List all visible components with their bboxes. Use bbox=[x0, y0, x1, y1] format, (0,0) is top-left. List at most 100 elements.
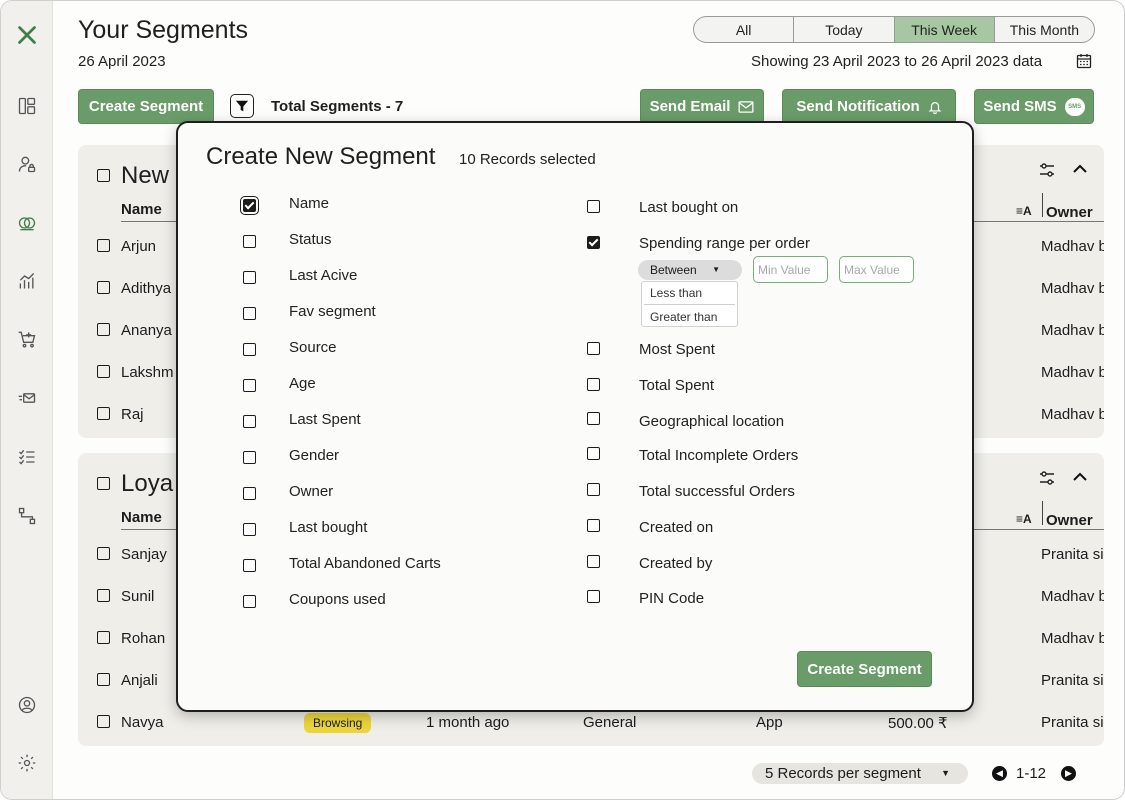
collapse-chevron-icon[interactable] bbox=[1072, 469, 1088, 485]
column-divider bbox=[1042, 501, 1043, 525]
adjust-filters-icon[interactable] bbox=[1038, 161, 1056, 179]
send-notification-button[interactable]: Send Notification bbox=[782, 89, 956, 124]
max-value-input[interactable] bbox=[839, 256, 914, 283]
field-checkbox-name[interactable] bbox=[240, 196, 259, 215]
segment-title: Loya bbox=[121, 470, 174, 497]
field-checkbox-pin-code[interactable] bbox=[587, 590, 600, 603]
row-checkbox[interactable] bbox=[97, 547, 110, 560]
filter-icon[interactable] bbox=[230, 94, 254, 118]
field-checkbox-status[interactable] bbox=[243, 235, 256, 248]
field-label: Created by bbox=[639, 555, 713, 572]
column-owner-header[interactable]: Owner bbox=[1046, 204, 1093, 221]
field-label: Gender bbox=[289, 447, 340, 464]
column-name-header[interactable]: Name bbox=[121, 201, 162, 218]
field-checkbox-successful-orders[interactable] bbox=[587, 483, 600, 496]
sort-az-icon[interactable]: ≡A bbox=[1016, 204, 1032, 218]
row-owner: Madhav b bbox=[1041, 364, 1104, 381]
row-checkbox[interactable] bbox=[97, 239, 110, 252]
field-checkbox-last-spent[interactable] bbox=[243, 415, 256, 428]
row-name: Adithya bbox=[121, 280, 172, 297]
prev-page-icon[interactable]: ◀ bbox=[992, 766, 1007, 781]
tab-today[interactable]: Today bbox=[794, 17, 895, 42]
calendar-icon[interactable] bbox=[1076, 53, 1092, 69]
row-name: Lakshm bbox=[121, 364, 174, 381]
field-checkbox-created-by[interactable] bbox=[587, 555, 600, 568]
tab-this-month[interactable]: This Month bbox=[995, 17, 1094, 42]
next-page-icon[interactable]: ▶ bbox=[1061, 766, 1076, 781]
field-label: Owner bbox=[289, 483, 334, 500]
column-name-header[interactable]: Name bbox=[121, 509, 162, 526]
segment-select-checkbox[interactable] bbox=[97, 169, 110, 182]
field-label: Last Acive bbox=[289, 267, 358, 284]
sidebar bbox=[1, 1, 53, 799]
tab-all[interactable]: All bbox=[694, 17, 795, 42]
caret-down-icon: ▼ bbox=[941, 768, 950, 778]
row-owner: Madhav b bbox=[1041, 588, 1104, 605]
row-owner: Pranita si bbox=[1041, 672, 1104, 689]
field-checkbox-last-active[interactable] bbox=[243, 271, 256, 284]
row-checkbox[interactable] bbox=[97, 715, 110, 728]
row-checkbox[interactable] bbox=[97, 407, 110, 420]
profile-icon[interactable] bbox=[15, 693, 39, 717]
field-checkbox-total-spent[interactable] bbox=[587, 378, 600, 391]
field-checkbox-fav-segment[interactable] bbox=[243, 307, 256, 320]
dropdown-divider bbox=[644, 304, 735, 305]
field-checkbox-source[interactable] bbox=[243, 343, 256, 356]
send-email-button[interactable]: Send Email bbox=[640, 89, 764, 124]
logo-icon[interactable] bbox=[15, 23, 39, 47]
field-label: Spending range per order bbox=[639, 235, 810, 252]
row-checkbox[interactable] bbox=[97, 673, 110, 686]
field-checkbox-spending-range[interactable] bbox=[587, 236, 600, 249]
row-checkbox[interactable] bbox=[97, 631, 110, 644]
records-per-segment-select[interactable]: 5 Records per segment ▼ bbox=[752, 763, 968, 784]
create-segment-modal: Create New Segment 10 Records selected N… bbox=[176, 121, 974, 712]
field-checkbox-coupons-used[interactable] bbox=[243, 595, 256, 608]
field-checkbox-most-spent[interactable] bbox=[587, 342, 600, 355]
segments-icon[interactable] bbox=[15, 211, 39, 235]
field-checkbox-owner[interactable] bbox=[243, 487, 256, 500]
collapse-chevron-icon[interactable] bbox=[1072, 161, 1088, 177]
tab-this-week[interactable]: This Week bbox=[894, 17, 995, 42]
flow-icon[interactable] bbox=[15, 504, 39, 528]
option-greater-than[interactable]: Greater than bbox=[650, 310, 717, 324]
range-condition-select[interactable]: Between ▼ bbox=[638, 260, 742, 280]
create-segment-label: Create Segment bbox=[88, 98, 204, 115]
row-checkbox[interactable] bbox=[97, 589, 110, 602]
dashboard-icon[interactable] bbox=[15, 94, 39, 118]
analytics-icon[interactable] bbox=[15, 269, 39, 293]
settings-gear-icon[interactable] bbox=[15, 751, 39, 775]
column-owner-header[interactable]: Owner bbox=[1046, 512, 1093, 529]
modal-create-segment-button[interactable]: Create Segment bbox=[797, 651, 932, 687]
row-name: Navya bbox=[121, 714, 164, 731]
create-segment-button[interactable]: Create Segment bbox=[78, 89, 214, 124]
send-sms-button[interactable]: Send SMS SMS bbox=[974, 89, 1094, 124]
field-label: Most Spent bbox=[639, 341, 715, 358]
field-checkbox-created-on[interactable] bbox=[587, 519, 600, 532]
sort-az-icon[interactable]: ≡A bbox=[1016, 512, 1032, 526]
row-checkbox[interactable] bbox=[97, 323, 110, 336]
row-owner: Madhav b bbox=[1041, 630, 1104, 647]
segment-select-checkbox[interactable] bbox=[97, 477, 110, 490]
field-label: Source bbox=[289, 339, 337, 356]
field-label: Last Spent bbox=[289, 411, 361, 428]
user-lock-icon[interactable] bbox=[15, 152, 39, 176]
row-checkbox[interactable] bbox=[97, 365, 110, 378]
adjust-filters-icon[interactable] bbox=[1038, 469, 1056, 487]
segment-title: New bbox=[121, 162, 170, 189]
caret-down-icon: ▼ bbox=[712, 265, 720, 274]
field-checkbox-geo-location[interactable] bbox=[587, 412, 600, 425]
field-checkbox-last-bought-on[interactable] bbox=[587, 200, 600, 213]
mail-send-icon[interactable] bbox=[15, 386, 39, 410]
field-checkbox-incomplete-orders[interactable] bbox=[587, 447, 600, 460]
min-value-input[interactable] bbox=[753, 256, 828, 283]
cart-icon[interactable] bbox=[15, 327, 39, 351]
row-checkbox[interactable] bbox=[97, 281, 110, 294]
field-checkbox-abandoned-carts[interactable] bbox=[243, 559, 256, 572]
field-checkbox-gender[interactable] bbox=[243, 451, 256, 464]
field-checkbox-age[interactable] bbox=[243, 379, 256, 392]
field-checkbox-last-bought[interactable] bbox=[243, 523, 256, 536]
checklist-icon[interactable] bbox=[15, 445, 39, 469]
modal-create-segment-label: Create Segment bbox=[807, 660, 922, 678]
option-less-than[interactable]: Less than bbox=[650, 286, 702, 300]
field-label: Created on bbox=[639, 519, 714, 536]
